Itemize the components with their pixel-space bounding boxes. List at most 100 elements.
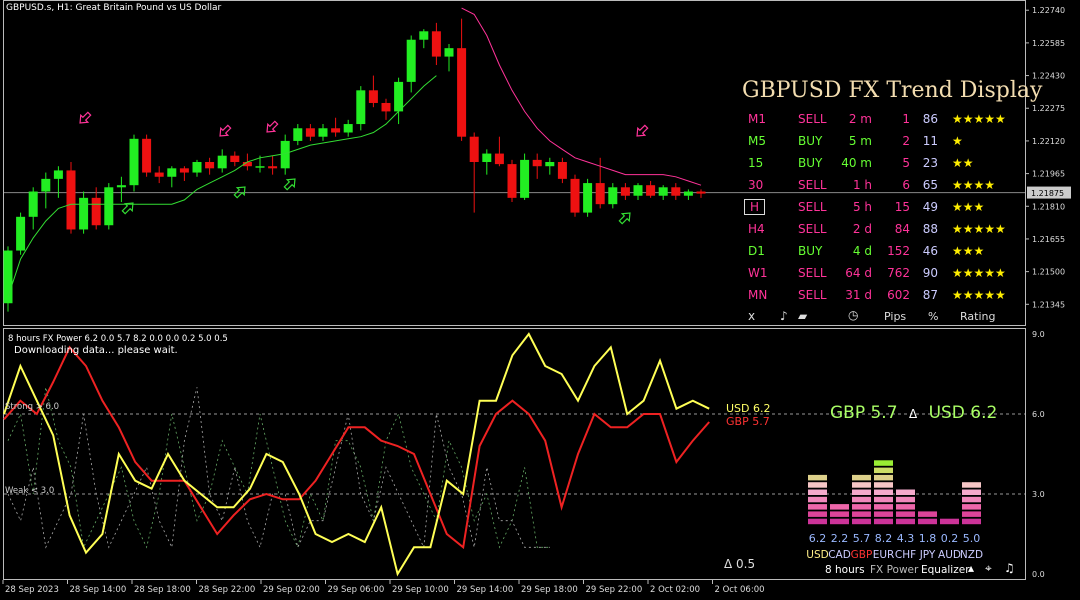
equalizer-segment: [962, 496, 981, 503]
sound-icon[interactable]: ♪: [780, 309, 788, 323]
sell-arrow-icon: [79, 111, 92, 124]
candle-body: [469, 136, 479, 162]
equalizer-label-AUD: AUD: [938, 549, 961, 561]
current-price-label: 1.21875: [1031, 189, 1064, 198]
pips-cell: 1: [902, 112, 910, 126]
pips-cell: 762: [887, 266, 910, 280]
price-tick-label: 1.22585: [1032, 39, 1065, 48]
timeframe-cell-15[interactable]: 15: [748, 156, 763, 170]
candle-body: [356, 90, 366, 125]
price-tick-label: 1.21345: [1032, 300, 1065, 309]
indicator-name[interactable]: FX Power: [870, 564, 918, 576]
equalizer-segment: [874, 496, 893, 503]
candle-body: [646, 185, 656, 196]
candle-body: [142, 138, 152, 173]
indicator-tick-label: 6.0: [1032, 410, 1045, 419]
arrow-up-icon[interactable]: ▴: [968, 561, 974, 575]
equalizer-label-NZD: NZD: [960, 549, 983, 561]
chart-style-icon[interactable]: ▰: [798, 309, 807, 323]
candle-body: [104, 187, 114, 226]
timeframe-cell-W1[interactable]: W1: [748, 266, 768, 280]
equalizer-segment: [918, 511, 937, 517]
timeframe-cell-M1[interactable]: M1: [748, 112, 766, 126]
equalizer-segment: [852, 511, 871, 517]
candle-body: [696, 191, 706, 194]
candle-body: [583, 183, 593, 213]
candle-body: [394, 81, 404, 112]
time-tick-label: 28 Sep 18:00: [134, 585, 191, 595]
candle-body: [217, 155, 227, 169]
price-tick-label: 1.22275: [1032, 104, 1065, 113]
clock-icon[interactable]: ◷: [848, 308, 858, 322]
candle-body: [331, 128, 341, 133]
timeframe-cell-H4[interactable]: H4: [748, 222, 765, 236]
time-tick-label: 29 Sep 22:00: [586, 585, 643, 595]
chart-title: GBPUSD.s, H1: Great Britain Pound vs US …: [6, 3, 222, 13]
equalizer-segment: [852, 504, 871, 510]
time-tick-label: 28 Sep 14:00: [70, 585, 127, 595]
duration-cell: 64 d: [845, 266, 872, 280]
equalizer-label-CHF: CHF: [895, 549, 916, 561]
candle-body: [457, 48, 467, 137]
mode-selector[interactable]: Equalizer: [921, 564, 970, 576]
pips-cell: 6: [902, 178, 910, 192]
sell-arrow-icon: [219, 124, 232, 137]
equalizer-segment: [852, 518, 871, 525]
price-tick-label: 1.21965: [1032, 170, 1065, 179]
equalizer-segment: [896, 489, 915, 495]
trading-chart-window: 1.22740 1.22585 1.22430 1.22275 1.22120 1.219…: [0, 0, 1080, 600]
equalizer-segment: [808, 474, 827, 481]
equalizer-segment: [808, 489, 827, 495]
equalizer-segment: [874, 504, 893, 510]
rating-stars: ★★★★★: [952, 222, 1006, 236]
rating-stars: ★: [952, 134, 963, 148]
candle-body: [633, 185, 643, 196]
equalizer-segment: [808, 496, 827, 503]
duration-cell: 2 m: [848, 112, 872, 126]
gbp-line-label: GBP 5.7: [726, 415, 770, 428]
timeframe-cell-30[interactable]: 30: [748, 178, 763, 192]
timeframe-cell-D1[interactable]: D1: [748, 244, 765, 258]
candle-body: [268, 166, 278, 169]
price-pane-frame: [3, 0, 1026, 326]
equalizer-segment: [962, 482, 981, 488]
pips-cell: 15: [894, 200, 910, 214]
price-tick-label: 1.22120: [1032, 137, 1065, 146]
candle-body: [318, 128, 328, 137]
candle-body: [482, 153, 492, 162]
duration-cell: 1 h: [852, 178, 872, 192]
time-tick-label: 29 Sep 02:00: [263, 585, 320, 595]
candle-body: [230, 155, 240, 162]
percent-header: %: [928, 310, 939, 323]
strength-headline: GBP 5.7 Δ USD 6.2: [830, 403, 998, 423]
time-tick-label: 2 Oct 06:00: [715, 585, 765, 595]
candle-body: [406, 39, 416, 82]
candle-body: [66, 170, 76, 230]
equalizer-segment: [852, 474, 871, 481]
candle-body: [545, 162, 555, 167]
equalizer-segment: [896, 496, 915, 503]
timeframe-cell-H[interactable]: H: [744, 199, 766, 215]
indicator-tick-label: 9.0: [1032, 330, 1045, 339]
sell-arrow-icon: [266, 120, 279, 133]
rating-stars: ★★★★★: [952, 266, 1006, 280]
close-panel-button[interactable]: x: [748, 309, 755, 323]
equalizer-label-CAD: CAD: [828, 549, 851, 561]
period-selector[interactable]: 8 hours: [825, 564, 865, 576]
usd-line-label: USD 6.2: [726, 402, 771, 415]
duration-cell: 5 m: [848, 134, 872, 148]
candle-body: [154, 172, 164, 177]
equalizer-segment: [830, 504, 849, 510]
gbp-power-line: [3, 345, 710, 550]
equalizer-segment: [852, 482, 871, 488]
equalizer-segment: [962, 518, 981, 525]
percent-cell: 86: [922, 112, 938, 126]
equalizer-segment: [962, 489, 981, 495]
time-tick-label: 28 Sep 2023: [5, 585, 59, 595]
crosshair-icon[interactable]: ⌖: [985, 561, 992, 576]
equalizer-segment: [940, 518, 959, 525]
equalizer-segment: [896, 504, 915, 510]
timeframe-cell-MN[interactable]: MN: [748, 288, 767, 302]
music-note-icon[interactable]: ♫: [1004, 561, 1015, 575]
timeframe-cell-M5[interactable]: M5: [748, 134, 766, 148]
